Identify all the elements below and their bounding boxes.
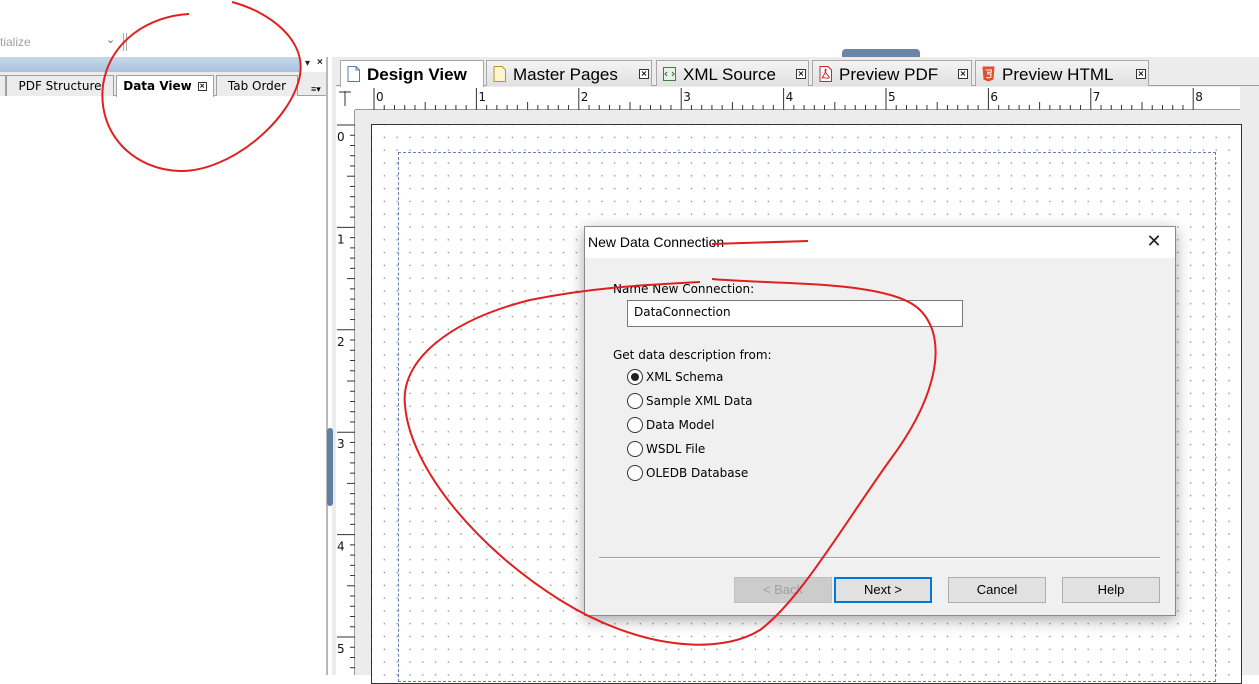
html5-icon [982, 66, 995, 82]
close-icon[interactable]: × [958, 69, 968, 79]
tab-label: Preview PDF [839, 65, 939, 84]
close-icon[interactable]: × [639, 69, 649, 79]
tab-preview-html[interactable]: Preview HTML × [975, 60, 1149, 86]
back-button[interactable]: < Back [734, 577, 832, 603]
radio-button[interactable] [627, 393, 643, 409]
master-page-icon [493, 66, 506, 82]
tab-label: Preview HTML [1002, 65, 1114, 84]
tab-data-view[interactable]: Data View × [116, 75, 214, 97]
tab-label: PDF Structure [18, 79, 102, 93]
radio-label: Sample XML Data [646, 394, 753, 408]
radio-label: OLEDB Database [646, 466, 749, 480]
ruler-label: 2 [337, 335, 345, 349]
close-icon[interactable]: × [197, 82, 207, 91]
ruler-label: 3 [683, 90, 691, 104]
ruler-label: 8 [1195, 90, 1203, 104]
dialog-separator [599, 557, 1160, 559]
tab-master-pages[interactable]: Master Pages × [486, 60, 652, 86]
close-icon[interactable]: ✕ [1144, 232, 1164, 252]
radio-button-selected[interactable] [627, 369, 643, 385]
dialog-title: New Data Connection [588, 234, 725, 250]
tab-preview-pdf[interactable]: Preview PDF × [812, 60, 972, 86]
radio-label: WSDL File [646, 442, 706, 456]
cancel-button[interactable]: Cancel [948, 577, 1046, 603]
radio-label: Data Model [646, 418, 715, 432]
chevron-down-icon[interactable]: ⌄ [106, 33, 115, 46]
palette-options-icon[interactable]: ≡▾ [311, 84, 326, 96]
ruler-label: 5 [888, 90, 896, 104]
ruler-label: 6 [990, 90, 998, 104]
tab-label: XML Source [683, 65, 776, 84]
name-connection-label: Name New Connection: [613, 282, 755, 296]
palette-close-icon[interactable]: × [317, 57, 323, 68]
collapse-handle[interactable] [842, 49, 920, 57]
ruler-label: 2 [581, 90, 589, 104]
data-source-label: Get data description from: [613, 348, 772, 362]
pdf-icon [819, 66, 832, 82]
radio-label: XML Schema [646, 370, 724, 384]
palette-menu-icon[interactable]: ▾ [305, 58, 310, 69]
next-button[interactable]: Next > [834, 577, 932, 603]
radio-button[interactable] [627, 441, 643, 457]
palette-title-controls: ▾ × [302, 57, 328, 72]
page-icon [347, 66, 360, 82]
ruler-label: 1 [337, 232, 345, 246]
splitter-handle[interactable] [327, 428, 333, 506]
tab-xml-source[interactable]: XML Source × [656, 60, 809, 86]
ruler-label: 0 [337, 130, 345, 144]
ruler-label: 0 [376, 90, 384, 104]
toolbar-grip[interactable] [123, 33, 127, 51]
ruler-label: 5 [337, 642, 345, 656]
ruler-label: 3 [337, 437, 345, 451]
right-scroll-gutter [1240, 87, 1259, 675]
xml-icon [663, 67, 676, 81]
vertical-ruler-ticks: 0 1 2 3 4 5 [337, 124, 355, 669]
close-icon[interactable]: × [1136, 69, 1146, 79]
ruler-label: 4 [337, 540, 345, 554]
tab-design-view[interactable]: Design View [340, 60, 484, 87]
event-dropdown[interactable]: tialize ⌄ [0, 32, 120, 52]
tab-tab-order[interactable]: Tab Order [216, 75, 298, 96]
vertical-ruler[interactable]: 0 1 2 3 4 5 [336, 110, 355, 675]
connection-name-input[interactable]: DataConnection [627, 300, 963, 327]
help-button[interactable]: Help [1062, 577, 1160, 603]
ruler-label: 7 [1093, 90, 1101, 104]
tab-label: Master Pages [513, 65, 618, 84]
tab-label: Design View [367, 65, 467, 84]
ruler-corner[interactable] [336, 87, 355, 110]
radio-button[interactable] [627, 465, 643, 481]
tab-label: Data View [123, 79, 192, 93]
ruler-label: 1 [478, 90, 486, 104]
ruler-origin-icon [339, 91, 351, 106]
event-dropdown-value: tialize [0, 35, 31, 49]
close-icon[interactable]: × [796, 69, 806, 79]
horizontal-ruler-ticks: 0 1 2 3 4 5 6 7 8 [373, 88, 1203, 110]
radio-button[interactable] [627, 417, 643, 433]
palette-border [326, 57, 328, 675]
palette-title-bar[interactable] [0, 57, 300, 72]
horizontal-ruler[interactable]: 0 1 2 3 4 5 6 7 8 [355, 87, 1240, 110]
tab-label: Tab Order [227, 79, 287, 93]
ruler-label: 4 [786, 90, 794, 104]
tab-pdf-structure[interactable]: PDF Structure [6, 75, 114, 96]
left-palette [0, 57, 328, 675]
